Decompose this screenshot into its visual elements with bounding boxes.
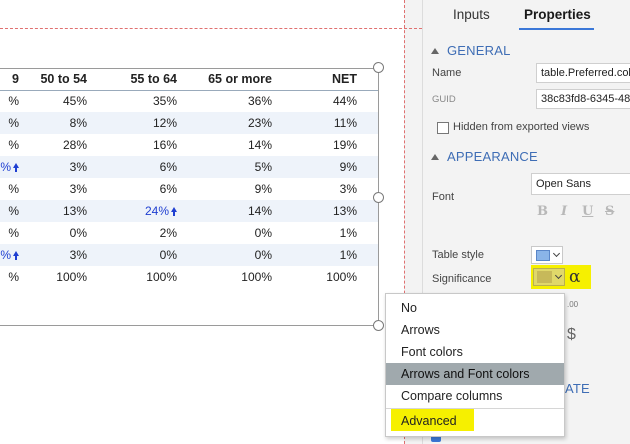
dropdown-item-arrows-and-font-colors[interactable]: Arrows and Font colors xyxy=(386,363,564,385)
dropdown-item-compare-columns[interactable]: Compare columns xyxy=(386,385,564,407)
guid-field[interactable]: 38c83fd8-6345-484 xyxy=(536,89,630,109)
italic-icon[interactable]: I xyxy=(561,204,567,219)
table-style-label: Table style xyxy=(432,249,484,261)
resize-handle-top-right[interactable] xyxy=(373,62,384,73)
dropdown-item-no[interactable]: No xyxy=(386,297,564,319)
alpha-icon[interactable]: α xyxy=(569,267,580,287)
hidden-from-exports-label: Hidden from exported views xyxy=(453,121,590,133)
guid-label: GUID xyxy=(432,94,456,105)
name-label: Name xyxy=(432,67,462,79)
significance-label: Significance xyxy=(432,273,492,285)
tab-properties[interactable]: Properties xyxy=(524,7,591,22)
appearance-section-header[interactable]: APPEARANCE xyxy=(431,149,538,164)
resize-handle-bottom-right[interactable] xyxy=(373,320,384,331)
collapse-triangle-icon xyxy=(431,48,439,54)
report-canvas: 9 50 to 54 55 to 64 65 or more NET % 45% 3… xyxy=(0,0,422,444)
bold-icon[interactable]: B xyxy=(537,204,548,219)
guide-line-horizontal xyxy=(0,28,422,29)
table-style-icon xyxy=(536,250,550,261)
dropdown-item-arrows[interactable]: Arrows xyxy=(386,319,564,341)
collapse-triangle-icon xyxy=(431,154,439,160)
significance-picker[interactable] xyxy=(533,268,565,286)
panel-tabs: Inputs Properties xyxy=(423,0,630,30)
table-style-picker[interactable] xyxy=(531,246,563,264)
font-label: Font xyxy=(432,191,455,203)
active-tab-indicator xyxy=(519,28,594,30)
chevron-down-icon xyxy=(552,249,561,258)
general-section-header[interactable]: GENERAL xyxy=(431,43,511,58)
partial-section-header: ATE xyxy=(565,381,590,396)
chevron-down-icon xyxy=(554,271,563,280)
name-field[interactable]: table.Preferred.cola xyxy=(536,63,630,83)
tab-inputs[interactable]: Inputs xyxy=(453,7,490,22)
font-select[interactable]: Open Sans xyxy=(531,173,630,195)
decimals-icon[interactable]: .00 xyxy=(567,300,578,309)
hidden-from-exports-checkbox[interactable] xyxy=(437,122,449,134)
strikethrough-icon[interactable]: S xyxy=(605,204,614,219)
table-selection-box[interactable] xyxy=(0,68,379,326)
significance-dropdown[interactable]: No Arrows Font colors Arrows and Font co… xyxy=(385,293,565,437)
significance-icon xyxy=(537,271,552,283)
underline-icon[interactable]: U xyxy=(582,204,593,219)
currency-icon[interactable]: $ xyxy=(567,326,576,344)
resize-handle-right[interactable] xyxy=(373,192,384,203)
dropdown-item-font-colors[interactable]: Font colors xyxy=(386,341,564,363)
dropdown-item-advanced[interactable]: Advanced xyxy=(386,410,564,432)
